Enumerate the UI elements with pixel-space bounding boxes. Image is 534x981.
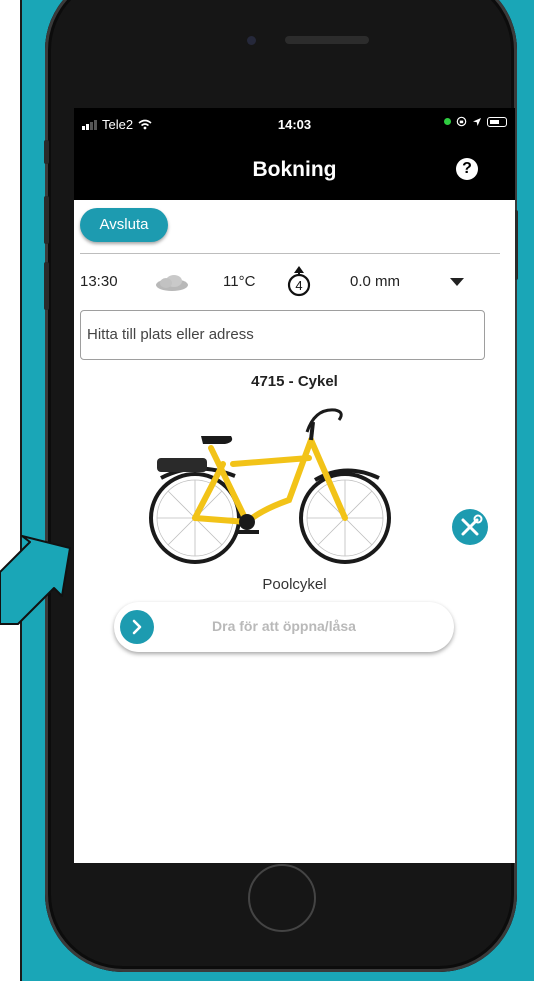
earpiece-speaker (285, 36, 369, 44)
location-arrow-icon (473, 117, 481, 126)
front-camera (247, 36, 256, 45)
slider-label: Dra för att öppna/låsa (212, 618, 356, 634)
uv-index-value: 4 (295, 278, 302, 293)
divider-line (20, 0, 22, 981)
bike-type: Poolcykel (262, 576, 327, 593)
weather-row: 13:30 11°C 4 0.0 mm (80, 266, 500, 298)
search-input[interactable]: Hitta till plats eller adress (80, 310, 485, 360)
pointer-arrow-icon (0, 535, 71, 625)
battery-icon (487, 116, 507, 127)
help-button[interactable]: ? (456, 158, 478, 180)
report-issue-button[interactable] (452, 509, 488, 545)
bike-title: 4715 - Cykel (251, 373, 338, 390)
temperature: 11°C (223, 273, 256, 290)
volume-down-button (44, 262, 49, 310)
bicycle-image (139, 400, 391, 566)
dropdown-arrow-icon[interactable] (450, 278, 464, 286)
unlock-slider[interactable]: Dra för att öppna/låsa (114, 602, 454, 652)
wrench-screwdriver-icon (461, 514, 483, 536)
home-button[interactable] (248, 864, 316, 932)
orientation-lock-icon (456, 116, 467, 127)
volume-up-button (44, 196, 49, 244)
status-bar: Tele2 14:03 Bokning ? (74, 108, 515, 200)
end-booking-button[interactable]: Avsluta (80, 208, 168, 242)
camera-in-use-icon (444, 118, 451, 125)
cloud-icon (156, 275, 188, 291)
weather-time: 13:30 (80, 273, 118, 290)
mute-switch (44, 140, 49, 164)
precipitation: 0.0 mm (350, 273, 401, 290)
status-indicators (444, 116, 507, 127)
page-margin-left (0, 0, 20, 981)
divider (80, 253, 500, 254)
app-screen: Tele2 14:03 Bokning ? Avsluta 13:30 11°C… (74, 108, 515, 863)
page-title: Bokning (252, 158, 337, 181)
uv-index-icon: 4 (287, 266, 311, 297)
